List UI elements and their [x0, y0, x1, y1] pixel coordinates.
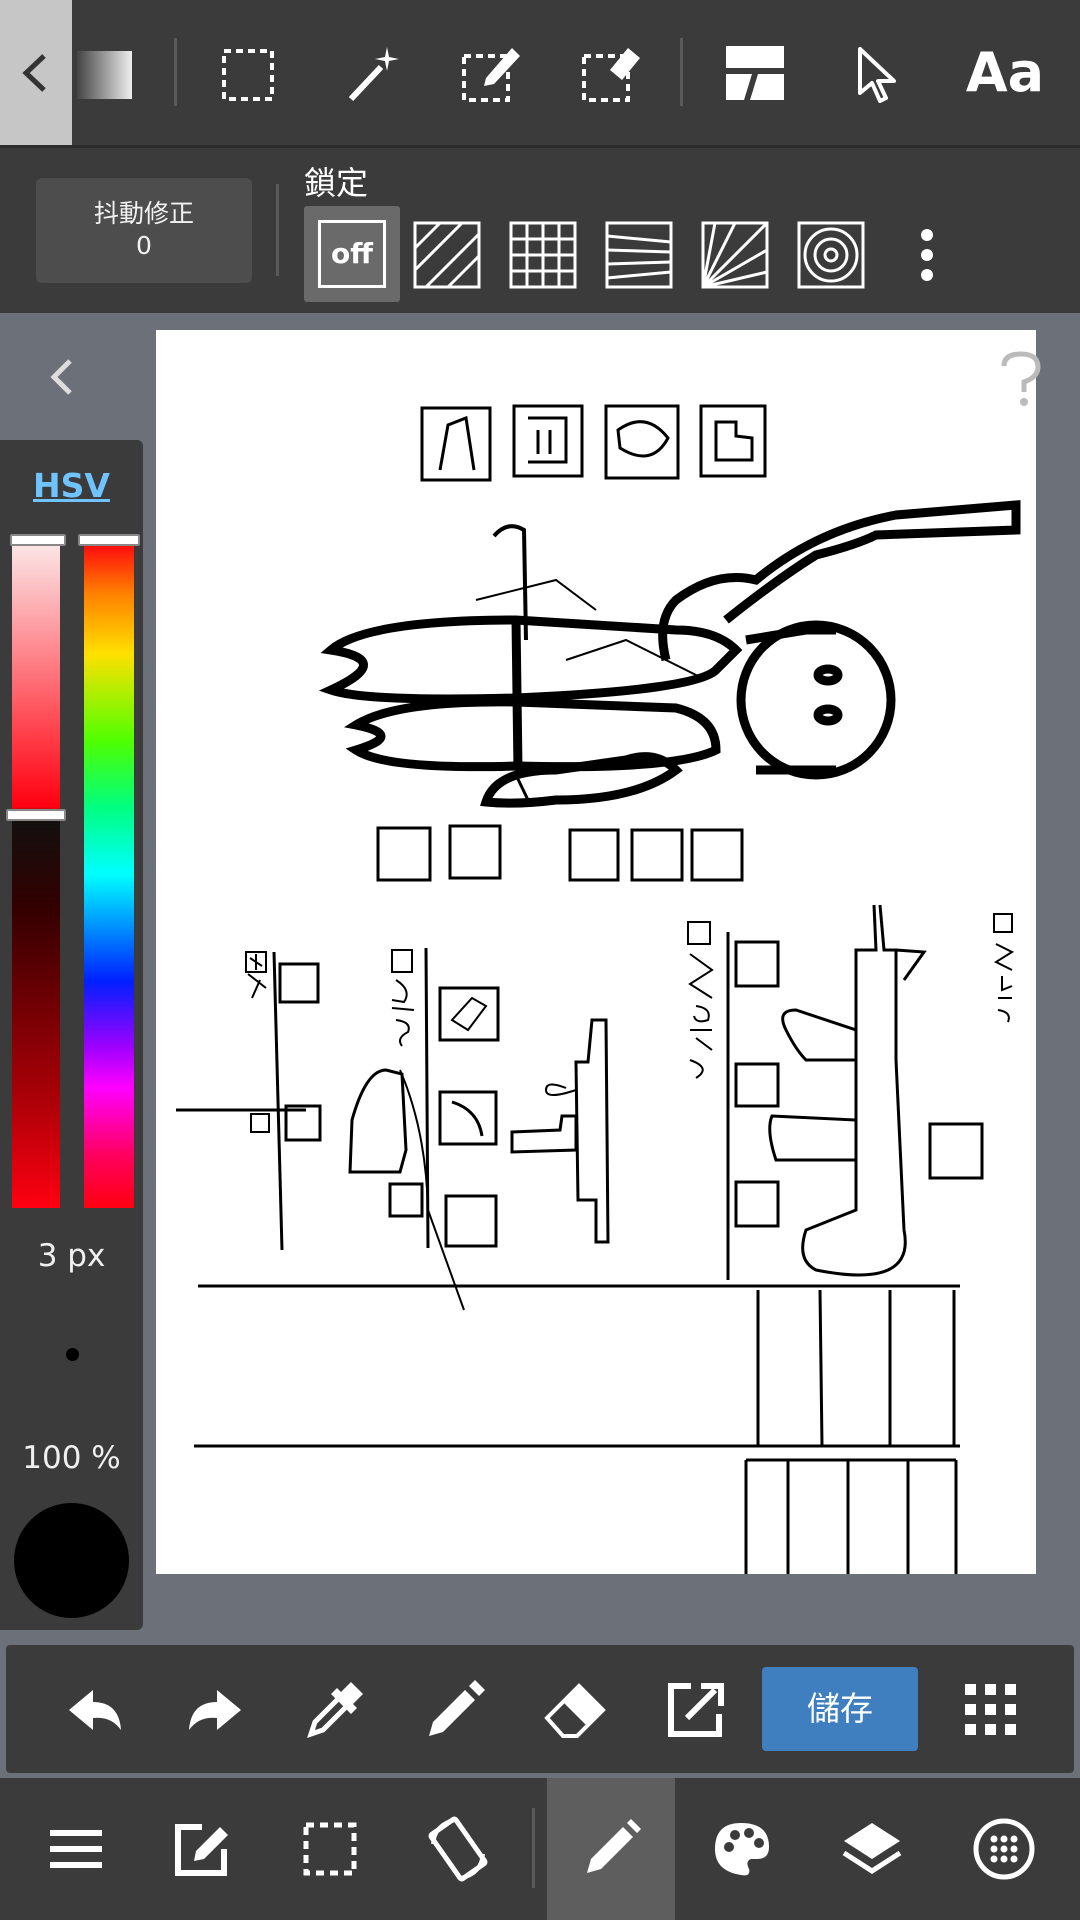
layers-icon[interactable]: [812, 1778, 932, 1920]
eraser-icon[interactable]: [540, 1675, 610, 1745]
grid-icon: [509, 221, 577, 289]
redo-icon[interactable]: [180, 1675, 250, 1745]
help-icon[interactable]: [998, 350, 1044, 410]
rotate-icon[interactable]: [398, 1778, 518, 1920]
concentric-icon: [797, 221, 865, 289]
bottom-nav: [0, 1778, 1080, 1920]
lock-title: 鎖定: [304, 164, 369, 202]
stabilizer-value: 0: [136, 231, 152, 260]
stabilizer-button[interactable]: 抖動修正 0: [36, 178, 252, 283]
color-mode-link[interactable]: HSV: [0, 466, 143, 505]
select-pen-icon[interactable]: [456, 35, 526, 110]
menu-icon[interactable]: [16, 1778, 136, 1920]
lock-off-label: off: [318, 220, 386, 288]
lock-off-button[interactable]: off: [304, 206, 400, 302]
pen-icon[interactable]: [420, 1675, 490, 1745]
hue-slider[interactable]: [84, 540, 134, 1208]
text-icon[interactable]: Aa: [955, 35, 1055, 110]
material-icon[interactable]: [944, 1778, 1064, 1920]
lock-grid-button[interactable]: [498, 210, 588, 300]
top-toolbar: Aa: [0, 0, 1080, 148]
select-icon[interactable]: [270, 1778, 390, 1920]
eyedropper-icon[interactable]: [300, 1675, 370, 1745]
lock-concentric-button[interactable]: [786, 210, 876, 300]
lock-perspective-2-button[interactable]: [690, 210, 780, 300]
hue-handle[interactable]: [78, 534, 140, 546]
magic-wand-icon[interactable]: [338, 35, 408, 110]
edit-icon[interactable]: [142, 1778, 262, 1920]
back-icon: [22, 54, 46, 92]
palette-icon[interactable]: [682, 1778, 802, 1920]
drawing-canvas[interactable]: [156, 330, 1036, 1574]
frame-divider-icon[interactable]: [720, 35, 790, 110]
brush-size-preview: [66, 1348, 79, 1361]
more-vertical-icon: [921, 229, 933, 281]
value-top-handle[interactable]: [10, 534, 66, 546]
lock-parallel-button[interactable]: [402, 210, 492, 300]
drawing-artwork: [176, 404, 1021, 1574]
saturation-slider[interactable]: [12, 540, 60, 1208]
select-eraser-icon[interactable]: [576, 35, 646, 110]
opacity-label[interactable]: 100 %: [0, 1440, 143, 1476]
collapse-toolbar-button[interactable]: [0, 0, 72, 145]
parallel-lines-icon: [413, 221, 481, 289]
collapse-panel-icon[interactable]: [42, 355, 82, 399]
more-options-button[interactable]: [884, 210, 970, 300]
current-color-swatch[interactable]: [14, 1503, 129, 1618]
lock-perspective-1-button[interactable]: [594, 210, 684, 300]
grid-menu-icon[interactable]: [956, 1675, 1026, 1745]
stabilizer-label: 抖動修正: [93, 199, 194, 228]
undo-icon[interactable]: [60, 1675, 130, 1745]
ruler-toolbar: 抖動修正 0 鎖定 off: [0, 148, 1080, 313]
save-button[interactable]: 儲存: [762, 1667, 918, 1751]
action-bar: 儲存: [6, 1645, 1074, 1773]
move-icon[interactable]: [840, 35, 910, 110]
brush-size-label[interactable]: 3 px: [0, 1238, 143, 1274]
brush-icon[interactable]: [547, 1778, 675, 1920]
saturation-handle[interactable]: [6, 808, 66, 821]
color-panel: HSV 3 px 100 %: [0, 440, 143, 1630]
export-icon[interactable]: [660, 1675, 730, 1745]
select-rect-icon[interactable]: [213, 35, 283, 110]
perspective-1-icon: [605, 221, 673, 289]
gradient-icon[interactable]: [72, 35, 142, 110]
perspective-2-icon: [701, 221, 769, 289]
